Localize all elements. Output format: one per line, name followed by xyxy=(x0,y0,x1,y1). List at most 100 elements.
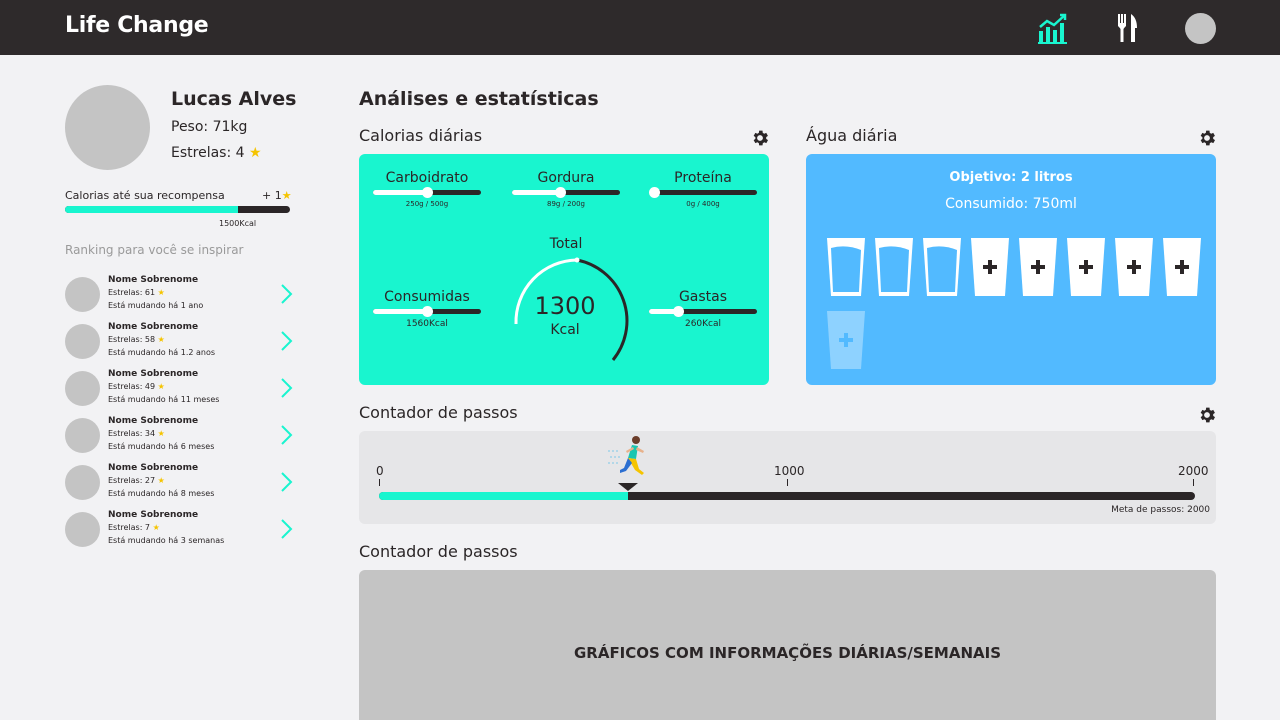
graph-title: Contador de passos xyxy=(359,542,518,561)
ranking-since: Está mudando há 11 meses xyxy=(108,395,220,404)
avatar xyxy=(65,371,100,406)
avatar xyxy=(65,465,100,500)
avatar xyxy=(65,324,100,359)
steps-marker xyxy=(618,483,638,491)
consumed-knob[interactable] xyxy=(422,306,433,317)
steps-progress-fill xyxy=(379,492,628,500)
consumed-label: Consumidas xyxy=(384,289,470,305)
ranking-since: Está mudando há 6 meses xyxy=(108,442,215,451)
profile-avatar xyxy=(65,85,150,170)
add-cup-button[interactable] xyxy=(826,309,866,371)
ranking-item[interactable]: Nome Sobrenome Estrelas: 49 ★ Está mudando… xyxy=(65,369,295,409)
calories-title: Calorias diárias xyxy=(359,126,483,145)
avatar xyxy=(65,277,100,312)
spent-slider[interactable] xyxy=(649,306,757,317)
chevron-right-icon[interactable] xyxy=(279,330,293,352)
carbs-meter: Carboidrato 250g / 500g xyxy=(373,170,481,208)
water-cup-empty[interactable] xyxy=(1114,236,1154,298)
carbs-knob[interactable] xyxy=(422,187,433,198)
chevron-right-icon[interactable] xyxy=(279,518,293,540)
water-cup-empty[interactable] xyxy=(970,236,1010,298)
total-unit: Kcal xyxy=(550,322,580,338)
protein-value: 0g / 400g xyxy=(686,200,720,208)
avatar[interactable] xyxy=(1185,13,1216,44)
water-consumed: Consumido: 750ml xyxy=(945,196,1077,212)
tick-mark xyxy=(379,479,380,486)
ranking-stars: Estrelas: 27 ★ xyxy=(108,476,165,485)
water-cup-filled[interactable] xyxy=(874,236,914,298)
steps-progress-bar xyxy=(379,492,1195,500)
chevron-right-icon[interactable] xyxy=(279,283,293,305)
fat-slider[interactable] xyxy=(512,187,620,198)
chevron-right-icon[interactable] xyxy=(279,377,293,399)
water-cup-filled[interactable] xyxy=(826,236,866,298)
water-cup-empty[interactable] xyxy=(1066,236,1106,298)
reward-plus: + 1★ xyxy=(262,189,292,202)
star-icon: ★ xyxy=(157,335,165,344)
bar-chart-icon[interactable] xyxy=(1036,11,1070,45)
step-tick-1000: 1000 xyxy=(774,464,805,478)
steps-goal: Meta de passos: 2000 xyxy=(1111,505,1210,515)
ranking-item[interactable]: Nome Sobrenome Estrelas: 61 ★ Está mudando… xyxy=(65,275,295,315)
gear-icon[interactable] xyxy=(1197,128,1217,148)
carbs-slider[interactable] xyxy=(373,187,481,198)
spent-knob[interactable] xyxy=(673,306,685,317)
ranking-item[interactable]: Nome Sobrenome Estrelas: 58 ★ Está mudando… xyxy=(65,322,295,362)
graph-placeholder-text: GRÁFICOS COM INFORMAÇÕES DIÁRIAS/SEMANAI… xyxy=(573,644,1002,662)
ranking-stars: Estrelas: 49 ★ xyxy=(108,382,165,391)
profile-stars: Estrelas: 4 ★ xyxy=(171,145,262,161)
spent-meter: Gastas 260Kcal xyxy=(649,289,757,329)
profile-stars-label: Estrelas: 4 xyxy=(171,145,245,161)
total-value: 1300 xyxy=(534,292,596,320)
avatar xyxy=(65,418,100,453)
spent-label: Gastas xyxy=(678,289,728,305)
star-icon: ★ xyxy=(157,476,165,485)
reward-progress-bar xyxy=(65,206,290,213)
water-cup-filled[interactable] xyxy=(922,236,962,298)
star-icon: ★ xyxy=(152,523,160,532)
step-tick-2000: 2000 xyxy=(1178,464,1209,478)
ranking-title: Ranking para você se inspirar xyxy=(65,243,244,257)
ranking-item[interactable]: Nome Sobrenome Estrelas: 27 ★ Está mudando… xyxy=(65,463,295,503)
top-bar: Life Change xyxy=(0,0,1280,55)
water-cup-empty[interactable] xyxy=(1162,236,1202,298)
star-icon: ★ xyxy=(281,189,292,202)
ranking-since: Está mudando há 3 semanas xyxy=(108,536,225,545)
star-icon: ★ xyxy=(157,288,165,297)
ranking-item[interactable]: Nome Sobrenome Estrelas: 7 ★ Está mudando … xyxy=(65,510,295,550)
ranking-stars: Estrelas: 34 ★ xyxy=(108,429,165,438)
star-icon: ★ xyxy=(248,145,262,161)
ranking-stars: Estrelas: 61 ★ xyxy=(108,288,165,297)
chevron-right-icon[interactable] xyxy=(279,471,293,493)
star-icon: ★ xyxy=(157,429,165,438)
fat-value: 89g / 200g xyxy=(547,200,585,208)
ranking-since: Está mudando há 1.2 anos xyxy=(108,348,216,357)
reward-kcal: 1500Kcal xyxy=(219,219,257,228)
ranking-stars: Estrelas: 7 ★ xyxy=(108,523,160,532)
ranking-item[interactable]: Nome Sobrenome Estrelas: 34 ★ Está mudando… xyxy=(65,416,295,456)
fork-knife-icon[interactable] xyxy=(1110,11,1144,45)
water-cup-empty[interactable] xyxy=(1018,236,1058,298)
fat-knob[interactable] xyxy=(555,187,567,198)
ranking-name: Nome Sobrenome xyxy=(108,275,199,285)
consumed-value: 1560Kcal xyxy=(406,319,448,329)
total-label: Total xyxy=(549,236,583,252)
reward-label: Calorias até sua recompensa xyxy=(65,189,225,202)
consumed-meter: Consumidas 1560Kcal xyxy=(373,289,481,329)
spent-value: 260Kcal xyxy=(684,319,722,329)
protein-knob[interactable] xyxy=(649,187,660,198)
ranking-name: Nome Sobrenome xyxy=(108,416,199,426)
consumed-slider[interactable] xyxy=(373,306,481,317)
profile-weight: Peso: 71kg xyxy=(171,119,248,135)
profile-name: Lucas Alves xyxy=(171,88,297,110)
reward-progress-fill xyxy=(65,206,239,213)
water-goal: Objetivo: 2 litros xyxy=(949,170,1073,185)
ranking-name: Nome Sobrenome xyxy=(108,369,199,379)
tick-mark xyxy=(787,479,788,486)
chevron-right-icon[interactable] xyxy=(279,424,293,446)
gear-icon[interactable] xyxy=(1197,405,1217,425)
steps-title: Contador de passos xyxy=(359,403,518,422)
brand-logo[interactable]: Life Change xyxy=(65,13,209,38)
gear-icon[interactable] xyxy=(750,128,770,148)
protein-slider[interactable] xyxy=(649,187,757,198)
